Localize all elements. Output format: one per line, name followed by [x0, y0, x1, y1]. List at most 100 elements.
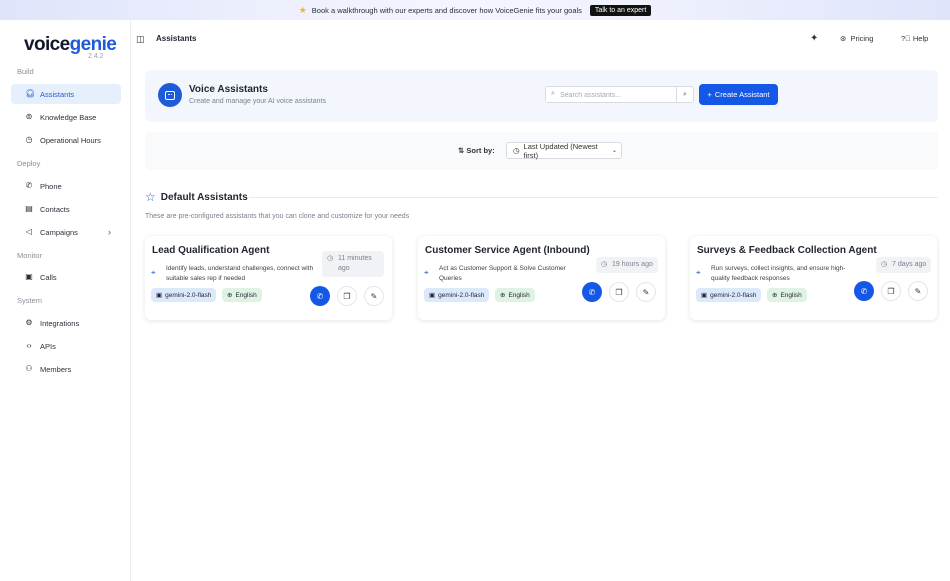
assistant-name: Lead Qualification Agent: [152, 245, 270, 256]
target-icon: ⌖: [424, 268, 429, 277]
sidebar-item-label: Phone: [40, 181, 62, 191]
edit-button[interactable]: ✎: [364, 286, 384, 306]
assistant-name: Customer Service Agent (Inbound): [425, 245, 590, 256]
pencil-icon: ✎: [914, 286, 922, 296]
sidebar-item-label: APIs: [40, 341, 56, 351]
section-label-system: System: [17, 296, 43, 305]
sidebar: voicegenie 2.4.2 Build 🎧︎ Assistants ⊚ K…: [0, 20, 131, 581]
star-icon: ★: [298, 4, 307, 15]
model-name: gemini-2.0-flash: [165, 291, 212, 299]
default-assistants-heading: ☆ Default Assistants: [145, 190, 248, 204]
assistant-card[interactable]: Customer Service Agent (Inbound) ◷ 19 ho…: [418, 236, 665, 320]
assistant-card[interactable]: Surveys & Feedback Collection Agent ◷ 7 …: [690, 236, 937, 320]
chip-icon: ▣: [429, 292, 436, 299]
chevron-right-icon: ›: [108, 227, 111, 237]
app-version: 2.4.2: [88, 53, 104, 60]
tag-icon: ⊛: [840, 34, 847, 43]
pricing-link[interactable]: ⊛ Pricing: [840, 34, 873, 43]
sparkle-icon[interactable]: ✦: [810, 33, 818, 44]
megaphone-icon: ◁: [25, 227, 33, 236]
help-label: Help: [912, 34, 929, 43]
create-assistant-button[interactable]: + Create Assistant: [699, 84, 778, 105]
phone-icon: ✆: [588, 287, 596, 297]
clone-button[interactable]: ❐: [881, 281, 901, 301]
call-button[interactable]: ✆: [582, 282, 602, 302]
assistant-card[interactable]: Lead Qualification Agent ◷ 11 minutes ag…: [145, 236, 392, 320]
page-title: Assistants: [156, 34, 197, 43]
sidebar-item-calls[interactable]: ▣ Calls: [11, 267, 121, 287]
language-name: English: [508, 291, 530, 299]
header-subtitle: Create and manage your AI voice assistan…: [189, 98, 326, 105]
pricing-label: Pricing: [850, 34, 874, 43]
search-box: ⌕: [545, 86, 677, 103]
contacts-icon: ▤: [25, 204, 33, 213]
sidebar-toggle-icon[interactable]: ◫: [136, 34, 145, 45]
sidebar-item-apis[interactable]: ‹› APIs: [11, 336, 121, 356]
updated-time-badge: ◷ 19 hours ago: [596, 257, 658, 273]
sidebar-item-label: Campaigns: [40, 227, 78, 237]
section-description: These are pre-configured assistants that…: [145, 213, 410, 220]
help-icon: ?⃝: [901, 34, 911, 43]
language-name: English: [780, 291, 802, 299]
clock-icon: ◷: [513, 146, 520, 155]
assistant-name: Surveys & Feedback Collection Agent: [697, 245, 877, 256]
section-divider: [249, 197, 938, 198]
sort-select[interactable]: ◷ Last Updated (Newest first) ⌄: [506, 142, 622, 160]
promo-banner: ★ Book a walkthrough with our experts an…: [0, 0, 950, 20]
chip-icon: ▣: [701, 292, 708, 299]
model-name: gemini-2.0-flash: [438, 291, 485, 299]
sidebar-item-campaigns[interactable]: ◁ Campaigns ›: [11, 222, 121, 242]
pencil-icon: ✎: [370, 291, 378, 301]
model-tag: ▣ gemini-2.0-flash: [696, 288, 762, 302]
assistant-description: Run surveys, collect insights, and ensur…: [711, 265, 846, 282]
target-icon: ⌖: [151, 268, 156, 277]
sidebar-item-label: Knowledge Base: [40, 112, 97, 122]
sidebar-item-assistants[interactable]: 🎧︎ Assistants: [11, 84, 121, 104]
section-label-monitor: Monitor: [17, 251, 43, 260]
model-name: gemini-2.0-flash: [710, 291, 757, 299]
voice-assistants-header: Voice Assistants Create and manage your …: [145, 70, 938, 122]
book-icon: ⊚: [25, 112, 33, 121]
call-button[interactable]: ✆: [854, 281, 874, 301]
call-button[interactable]: ✆: [310, 286, 330, 306]
updated-time-badge: ◷ 7 days ago: [876, 257, 932, 273]
sidebar-item-integrations[interactable]: ⚙ Integrations: [11, 313, 121, 333]
top-bar: ◫ Assistants ✦ ⊛ Pricing ?⃝ Help: [131, 20, 950, 58]
members-icon: ⚇: [25, 364, 33, 373]
updated-time: 19 hours ago: [612, 261, 653, 268]
assistant-description: Identify leads, understand challenges, c…: [166, 265, 314, 282]
sidebar-item-knowledge-base[interactable]: ⊚ Knowledge Base: [11, 107, 121, 127]
chevron-down-icon: ⌄: [611, 148, 617, 154]
robot-icon: [158, 83, 182, 107]
sidebar-item-operational-hours[interactable]: ◷ Operational Hours: [11, 130, 121, 150]
clone-button[interactable]: ❐: [609, 282, 629, 302]
calls-icon: ▣: [25, 272, 33, 281]
model-tag: ▣ gemini-2.0-flash: [151, 288, 217, 302]
clock-icon: ◷: [25, 135, 33, 144]
assistant-description: Act as Customer Support & Solve Customer…: [439, 265, 566, 282]
help-link[interactable]: ?⃝ Help: [901, 34, 928, 43]
globe-icon: ⊕: [772, 292, 778, 299]
model-tag: ▣ gemini-2.0-flash: [424, 288, 490, 302]
phone-icon: ✆: [860, 286, 868, 296]
banner-text: Book a walkthrough with our experts and …: [311, 5, 582, 15]
updated-time: 7 days ago: [892, 261, 927, 268]
header-title: Voice Assistants: [189, 84, 268, 95]
edit-button[interactable]: ✎: [908, 281, 928, 301]
sidebar-item-contacts[interactable]: ▤ Contacts: [11, 199, 121, 219]
talk-to-expert-button[interactable]: Talk to an expert: [589, 4, 652, 16]
language-name: English: [235, 291, 257, 299]
star-outline-icon: ☆: [145, 190, 156, 204]
section-title: Default Assistants: [160, 191, 248, 203]
sidebar-item-phone[interactable]: ✆ Phone: [11, 176, 121, 196]
search-input[interactable]: [560, 89, 672, 101]
edit-button[interactable]: ✎: [636, 282, 656, 302]
search-button[interactable]: ⌕: [676, 86, 694, 103]
sidebar-item-members[interactable]: ⚇ Members: [11, 359, 121, 379]
copy-icon: ❐: [343, 291, 351, 301]
copy-icon: ❐: [615, 287, 623, 297]
sidebar-item-label: Contacts: [40, 204, 70, 214]
updated-time-badge: ◷ 11 minutes ago: [322, 251, 384, 277]
sidebar-item-label: Assistants: [40, 89, 75, 99]
clone-button[interactable]: ❐: [337, 286, 357, 306]
